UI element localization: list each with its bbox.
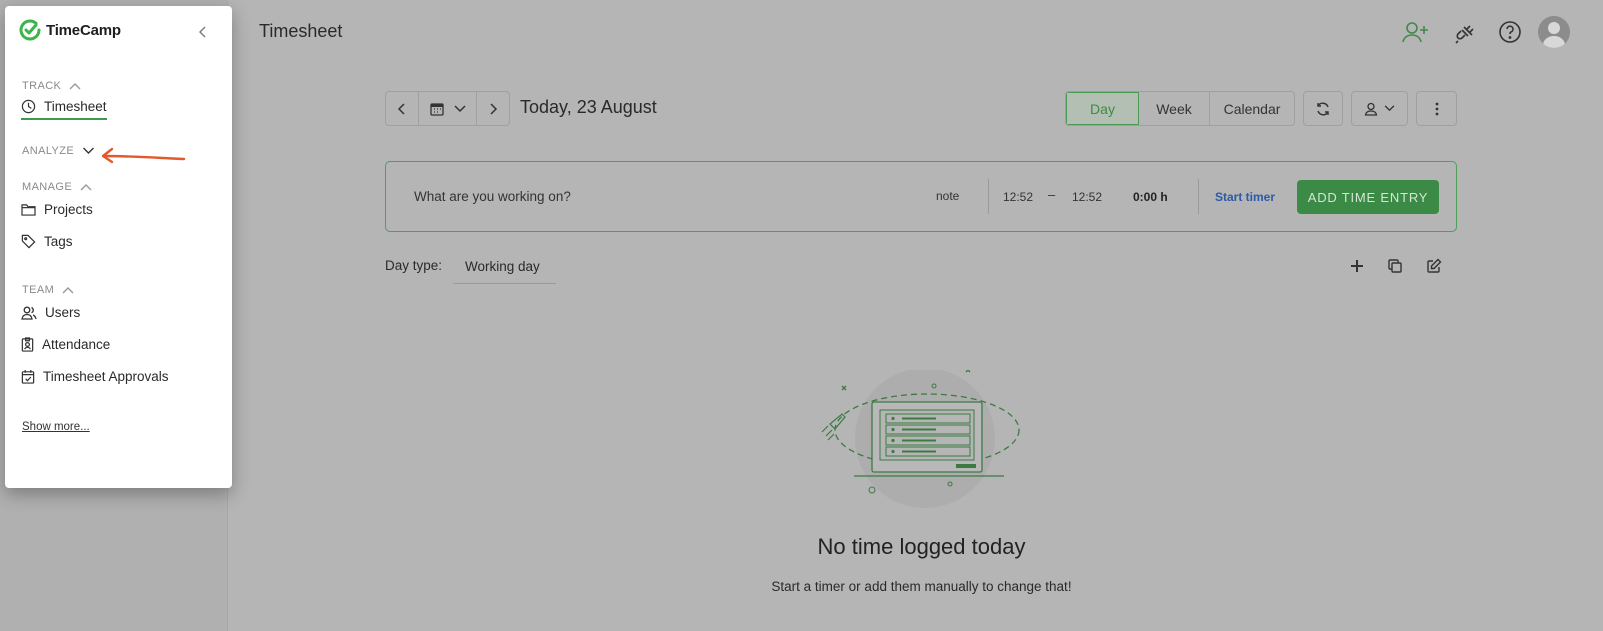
user-avatar[interactable] xyxy=(1538,16,1570,48)
prev-day-button[interactable] xyxy=(385,91,419,126)
chevron-left-icon xyxy=(397,102,405,115)
end-time-input[interactable]: 12:52 xyxy=(1072,190,1102,204)
calendar-picker-button[interactable] xyxy=(418,91,477,126)
chevron-up-icon xyxy=(80,184,92,191)
section-team-label: TEAM xyxy=(22,284,55,296)
section-track[interactable]: TRACK xyxy=(22,80,81,92)
sidebar-item-label: Users xyxy=(45,305,81,320)
sidebar-item-timesheet[interactable]: Timesheet xyxy=(21,99,107,120)
tab-day[interactable]: Day xyxy=(1066,92,1139,125)
next-day-button[interactable] xyxy=(476,91,510,126)
user-filter-button[interactable] xyxy=(1351,91,1408,126)
more-options-button[interactable] xyxy=(1416,91,1457,126)
section-team[interactable]: TEAM xyxy=(22,284,74,296)
timecamp-logo[interactable]: TimeCamp xyxy=(18,18,121,42)
sidebar-item-label: Timesheet Approvals xyxy=(43,369,169,384)
copy-icon[interactable] xyxy=(1385,256,1405,276)
edit-icon[interactable] xyxy=(1424,256,1444,276)
add-icon[interactable] xyxy=(1347,256,1367,276)
start-timer-link[interactable]: Start timer xyxy=(1215,190,1275,204)
chevron-up-icon xyxy=(69,83,81,90)
tag-icon xyxy=(21,234,36,249)
chevron-left-icon xyxy=(199,26,206,38)
plug-icon[interactable] xyxy=(1450,16,1482,48)
invite-user-icon[interactable] xyxy=(1400,16,1432,48)
chevron-down-icon xyxy=(1384,105,1395,112)
day-type-select[interactable]: Working day xyxy=(453,252,556,284)
clock-icon xyxy=(21,99,36,114)
section-analyze-label: ANALYZE xyxy=(22,145,75,157)
divider xyxy=(988,179,989,214)
task-input[interactable]: What are you working on? xyxy=(414,189,571,204)
sidebar-item-label: Attendance xyxy=(42,337,111,352)
show-more-link[interactable]: Show more... xyxy=(22,421,90,433)
refresh-button[interactable] xyxy=(1303,91,1343,126)
calendar-icon xyxy=(429,102,444,116)
empty-state-subtitle: Start a timer or add them manually to ch… xyxy=(771,579,1072,594)
id-badge-icon xyxy=(21,337,34,352)
section-manage-label: MANAGE xyxy=(22,181,73,193)
sidebar-item-label: Tags xyxy=(44,234,73,249)
collapse-sidebar-button[interactable] xyxy=(193,22,213,42)
tab-week[interactable]: Week xyxy=(1139,92,1210,125)
time-entry-bar: What are you working on? note 12:52 – 12… xyxy=(385,161,1457,232)
sidebar-item-label: Projects xyxy=(44,202,93,217)
chevron-right-icon xyxy=(490,102,498,115)
day-type-label: Day type: xyxy=(385,258,443,273)
sidebar-item-timesheet-approvals[interactable]: Timesheet Approvals xyxy=(21,369,169,384)
timecamp-logo-icon xyxy=(19,19,41,41)
chevron-down-icon xyxy=(83,147,95,154)
note-button[interactable]: note xyxy=(936,189,959,203)
duration-input[interactable]: 0:00 h xyxy=(1133,190,1168,204)
view-switcher: Day Week Calendar xyxy=(1065,91,1295,126)
refresh-icon xyxy=(1317,102,1329,115)
section-analyze[interactable]: ANALYZE xyxy=(22,145,95,157)
time-range-dash: – xyxy=(1048,187,1056,202)
header-actions xyxy=(1400,14,1580,50)
users-icon xyxy=(21,306,37,320)
current-date: Today, 23 August xyxy=(520,97,657,117)
sidebar-menu: TimeCamp TRACK Timesheet ANALYZE MANAGE … xyxy=(5,6,232,488)
section-manage[interactable]: MANAGE xyxy=(22,181,92,193)
user-icon xyxy=(1364,102,1378,116)
tab-calendar[interactable]: Calendar xyxy=(1210,92,1294,125)
kebab-menu-icon xyxy=(1435,102,1438,115)
section-track-label: TRACK xyxy=(22,80,62,92)
help-icon[interactable] xyxy=(1494,16,1526,48)
chevron-down-icon xyxy=(453,104,466,112)
empty-state-illustration xyxy=(821,370,1020,508)
folder-icon xyxy=(21,204,36,216)
start-time-input[interactable]: 12:52 xyxy=(1003,190,1033,204)
sidebar-item-tags[interactable]: Tags xyxy=(21,234,73,249)
page-title: Timesheet xyxy=(259,21,343,41)
sidebar-item-label: Timesheet xyxy=(44,99,107,114)
sidebar-item-users[interactable]: Users xyxy=(21,305,80,320)
divider xyxy=(1198,179,1199,214)
sidebar-item-projects[interactable]: Projects xyxy=(21,202,93,217)
empty-state-title: No time logged today xyxy=(817,534,1026,559)
annotation-arrow xyxy=(101,147,186,164)
calendar-check-icon xyxy=(21,369,35,384)
sidebar-item-attendance[interactable]: Attendance xyxy=(21,337,110,352)
add-time-entry-button[interactable]: ADD TIME ENTRY xyxy=(1297,180,1439,214)
logo-text: TimeCamp xyxy=(46,21,121,39)
chevron-up-icon xyxy=(62,287,74,294)
